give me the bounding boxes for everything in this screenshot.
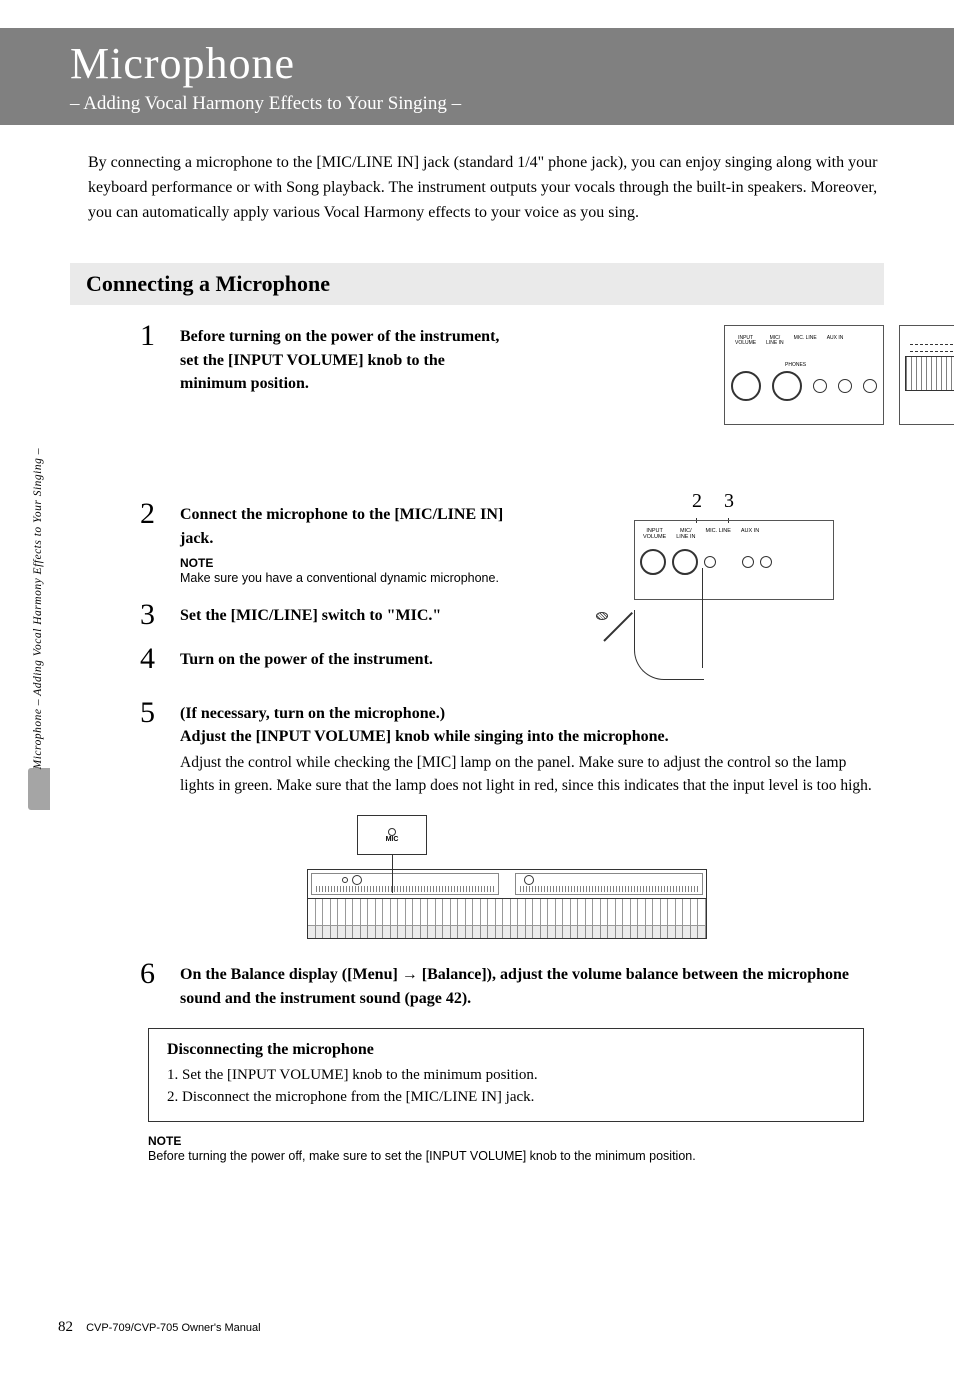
box-line-2: 2. Disconnect the microphone from the [M… [167,1086,845,1109]
rear-panel-diagram: INPUT VOLUME MIC/ LINE IN MIC. LINE AUX … [724,325,884,425]
step-description: Adjust the control while checking the [M… [180,752,874,797]
jack-icon [760,556,772,568]
leader-line [392,855,393,893]
figure-panel-overview: INPUT VOLUME MIC/ LINE IN MIC. LINE AUX … [724,325,884,425]
rear-panel-closeup: INPUT VOLUME MIC/ LINE IN MIC. LINE AUX … [634,520,834,600]
lamp-icon [342,877,348,883]
bottom-note: NOTE Before turning the power off, make … [148,1134,864,1164]
step-number: 6 [140,959,174,989]
figure-mic-lamp: MIC [307,815,707,939]
jack-icon [672,549,698,575]
microphone-icon [604,640,644,642]
knob-icon [352,875,362,885]
label-mic-line: MIC. LINE [794,336,817,346]
lamp-icon [388,828,396,836]
step-text: Connect the microphone to the [MIC/LINE … [180,503,520,549]
label-input-volume: INPUT VOLUME [643,529,666,540]
mic-lamp-label: MIC [386,836,399,843]
box-title: Disconnecting the microphone [167,1041,845,1059]
step-number: 3 [140,600,174,630]
knob-icon [640,549,666,575]
box-line-1: 1. Set the [INPUT VOLUME] knob to the mi… [167,1064,845,1087]
label-phones: PHONES [785,362,806,368]
jack-icon [838,379,852,393]
instrument-side-diagram [899,325,954,425]
note-label: NOTE [180,556,520,570]
knob-icon [731,371,761,401]
panel-segment [311,873,499,895]
keyboard-icon [307,899,707,939]
control-strip [307,869,707,899]
side-tab [28,768,50,810]
step-number: 4 [140,644,174,674]
figure-connection-diagram: 2 3 INPUT VOLUME MIC/ LINE IN MIC. LINE … [604,490,834,690]
step-number: 2 [140,499,174,529]
chapter-header: Microphone – Adding Vocal Harmony Effect… [0,28,954,125]
page-number: 82 [58,1319,73,1335]
footer-doc-title: CVP-709/CVP-705 Owner's Manual [86,1322,261,1334]
chapter-title: Microphone [70,38,894,89]
side-running-title: Microphone – Adding Vocal Harmony Effect… [32,448,44,769]
label-aux-in: AUX IN [741,529,759,540]
note-label: NOTE [148,1134,864,1148]
cable-icon [634,610,704,680]
section-heading: Connecting a Microphone [70,263,884,305]
note-text: Before turning the power off, make sure … [148,1148,864,1164]
step-text-line2: Adjust the [INPUT VOLUME] knob while sin… [180,725,874,748]
step-text-line1: (If necessary, turn on the microphone.) [180,702,874,725]
label-mic-line-in: MIC/ LINE IN [676,529,695,540]
step-text: On the Balance display ([Menu] → [Balanc… [180,963,874,1009]
label-input-volume: INPUT VOLUME [735,336,756,346]
step-text: Set the [MIC/LINE] switch to "MIC." [180,604,520,627]
switch-icon [704,556,716,568]
keyboard-icon [905,356,954,391]
note-text: Make sure you have a conventional dynami… [180,570,520,586]
step-text: Before turning on the power of the instr… [180,325,500,395]
step-text: Turn on the power of the instrument. [180,648,520,671]
switch-icon [813,379,827,393]
step-5: 5 (If necessary, turn on the microphone.… [140,702,874,797]
step-number: 1 [140,321,174,351]
disconnect-box: Disconnecting the microphone 1. Set the … [148,1028,864,1122]
steps-list: INPUT VOLUME MIC/ LINE IN MIC. LINE AUX … [140,325,874,1009]
chapter-subtitle: – Adding Vocal Harmony Effects to Your S… [70,93,894,115]
step-number: 5 [140,698,174,728]
intro-paragraph: By connecting a microphone to the [MIC/L… [88,151,884,225]
label-mic-line: MIC. LINE [706,529,731,540]
callout-2: 2 [692,490,702,513]
label-aux-in: AUX IN [827,336,844,346]
mic-lamp-callout: MIC [357,815,427,855]
step-6: 6 On the Balance display ([Menu] → [Bala… [140,963,874,1009]
label-mic-line-in: MIC/ LINE IN [766,336,784,346]
jack-icon [863,379,877,393]
jack-icon [742,556,754,568]
page-footer: 82 CVP-709/CVP-705 Owner's Manual [58,1319,261,1336]
jack-icon [772,371,802,401]
knob-icon [524,875,534,885]
panel-segment [515,873,703,895]
callout-3: 3 [724,490,734,513]
